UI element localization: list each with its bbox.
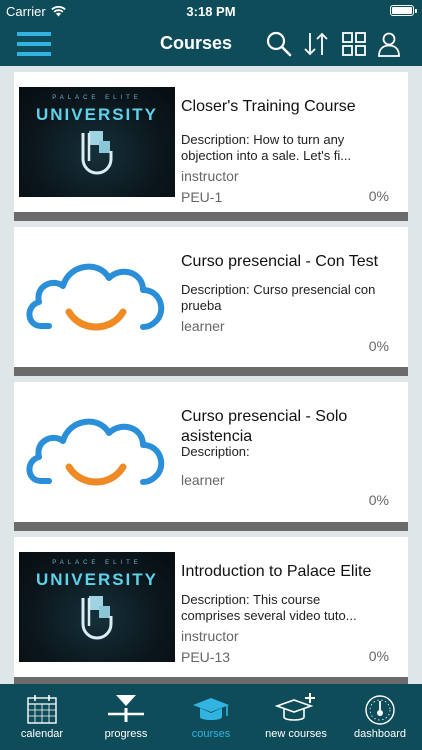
palace-elite-logo: PALACE ELITE UNIVERSITY [19, 87, 175, 197]
grid-view-button[interactable] [340, 30, 368, 58]
card-divider [14, 677, 408, 684]
pe-emblem-icon [81, 131, 113, 175]
course-progress: 0% [368, 188, 389, 204]
graduation-cap-icon [193, 698, 229, 720]
course-thumbnail [19, 397, 175, 507]
cloud-smile-icon [26, 418, 165, 486]
logo-text-line1: PALACE ELITE [52, 95, 142, 101]
card-divider [14, 212, 408, 221]
user-icon [378, 32, 400, 57]
logo-text-line1: PALACE ELITE [52, 560, 142, 566]
status-bar: Carrier 3:18 PM [0, 0, 422, 22]
sort-button[interactable] [302, 30, 330, 58]
course-title: Curso presencial - Con Test [181, 253, 379, 270]
card-divider [14, 522, 408, 531]
hamburger-icon [17, 32, 51, 56]
course-description: Description: How to turn any objection i… [181, 132, 352, 163]
tab-label: calendar [20, 728, 64, 740]
course-description: Description: Curso presencial con prueba [181, 282, 376, 313]
calendar-icon [27, 695, 57, 724]
tab-progress[interactable]: progress [84, 684, 168, 750]
menu-button[interactable] [17, 30, 51, 58]
course-card[interactable]: Curso presencial - Con Test Description:… [14, 227, 408, 367]
course-thumbnail: PALACE ELITE UNIVERSITY [19, 87, 175, 197]
course-progress: 0% [368, 492, 389, 508]
course-role: learner [181, 472, 225, 488]
card-divider [14, 367, 408, 376]
progress-icon [108, 695, 144, 722]
course-title: Curso presencial - Solo asistencia [181, 408, 348, 445]
course-title: Closer's Training Course [181, 98, 356, 115]
course-progress: 0% [368, 338, 389, 354]
tab-dashboard[interactable]: dashboard [338, 684, 422, 750]
tab-label: dashboard [354, 728, 406, 740]
course-progress: 0% [368, 648, 389, 664]
status-time: 3:18 PM [186, 4, 236, 19]
logo-text-line2: UNIVERSITY [35, 105, 159, 124]
course-role: instructor [181, 168, 239, 184]
gauge-icon [365, 695, 395, 725]
profile-button[interactable] [375, 30, 403, 58]
search-icon [266, 31, 292, 57]
course-description: Description: [181, 444, 250, 459]
grid-icon [342, 32, 366, 56]
search-button[interactable] [265, 30, 293, 58]
course-code: PEU-1 [181, 189, 223, 205]
tab-label: new courses [265, 728, 327, 740]
sort-icon [304, 32, 328, 56]
course-thumbnail: PALACE ELITE UNIVERSITY [19, 552, 175, 662]
course-role: learner [181, 318, 225, 334]
course-title: Introduction to Palace Elite [181, 563, 372, 580]
battery-icon [390, 5, 417, 16]
course-role: instructor [181, 628, 239, 644]
tab-label: progress [104, 728, 148, 740]
tab-label: courses [191, 728, 231, 740]
cloud-smile-icon [26, 263, 165, 331]
course-card[interactable]: PALACE ELITE UNIVERSITY Introduction to … [14, 537, 408, 677]
logo-text-line2: UNIVERSITY [35, 570, 159, 589]
tab-new-courses[interactable]: new courses [254, 684, 338, 750]
course-list: PALACE ELITE UNIVERSITY Closer's Trainin… [0, 66, 422, 684]
course-description: Description: This course comprises sever… [181, 592, 357, 623]
bottom-tab-bar: calendar progress courses new courses da… [0, 684, 422, 750]
tab-calendar[interactable]: calendar [0, 684, 84, 750]
course-card[interactable]: PALACE ELITE UNIVERSITY Closer's Trainin… [14, 72, 408, 212]
tab-courses[interactable]: courses [168, 684, 254, 750]
palace-elite-logo: PALACE ELITE UNIVERSITY [19, 552, 175, 662]
pe-emblem-icon [81, 596, 113, 640]
course-thumbnail [19, 242, 175, 352]
course-card[interactable]: Curso presencial - Solo asistencia Descr… [14, 382, 408, 522]
course-code: PEU-13 [181, 649, 231, 665]
page-title: Courses [160, 33, 233, 53]
graduation-cap-plus-icon [274, 693, 315, 721]
app-header: Courses [0, 22, 422, 66]
